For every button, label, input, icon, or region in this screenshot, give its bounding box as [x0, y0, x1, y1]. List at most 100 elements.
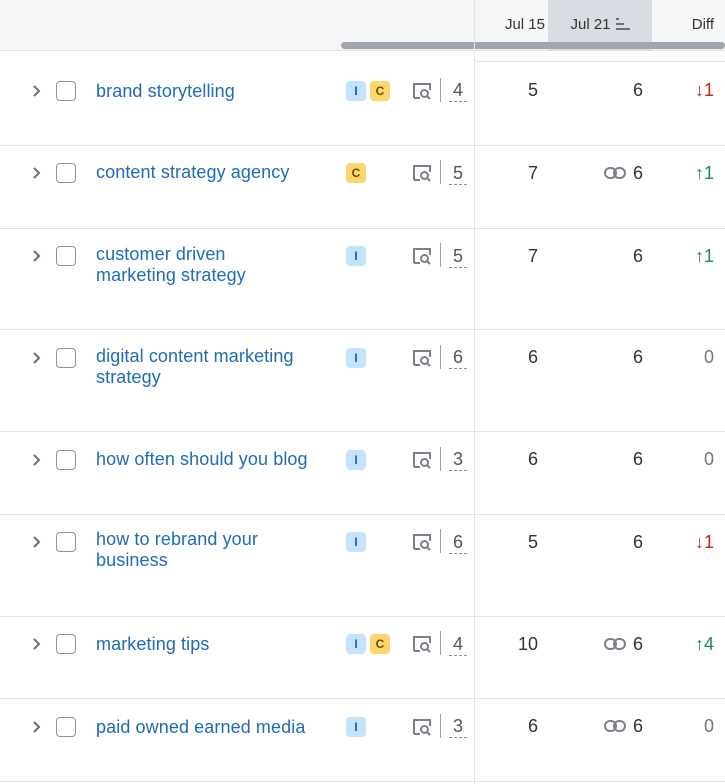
- position-jul15: 5: [527, 532, 538, 552]
- keyword-link[interactable]: digital content marketing strategy: [96, 346, 324, 388]
- keyword-link[interactable]: content strategy agency: [96, 162, 324, 183]
- table-row: marketing tips IC 4 10 6 ↑4: [0, 617, 725, 699]
- table-row: content strategy agency C 5 7 6 ↑1: [0, 146, 725, 229]
- table-row: how to rebrand your business I 6 5 6 ↓1: [0, 515, 725, 617]
- position-diff: 0: [703, 716, 714, 736]
- intent-badges: I: [346, 532, 370, 552]
- separator: [440, 160, 441, 184]
- position-jul15: 6: [527, 716, 538, 736]
- intent-badge: I: [346, 81, 366, 101]
- chevron-right-icon[interactable]: [29, 637, 43, 651]
- results-count[interactable]: 3: [449, 449, 467, 471]
- chevron-right-icon[interactable]: [29, 535, 43, 549]
- serp-features-icon[interactable]: [412, 718, 432, 736]
- position-diff: ↑4: [694, 634, 714, 654]
- separator: [440, 631, 441, 655]
- intent-badge: I: [346, 532, 366, 552]
- position-diff: 0: [703, 347, 714, 367]
- intent-badge: C: [370, 81, 390, 101]
- separator: [440, 78, 441, 102]
- results-count[interactable]: 5: [449, 163, 467, 185]
- chevron-right-icon[interactable]: [29, 351, 43, 365]
- serp-features-icon[interactable]: [412, 349, 432, 367]
- table-row: brand storytelling IC 4 5 6 ↓1: [0, 63, 725, 146]
- horizontal-scrollbar[interactable]: [341, 42, 725, 49]
- intent-badge: I: [346, 348, 366, 368]
- intent-badges: I: [346, 348, 370, 368]
- results-count[interactable]: 3: [449, 716, 467, 738]
- intent-badges: I: [346, 717, 370, 737]
- intent-badge: C: [346, 163, 366, 183]
- separator: [440, 345, 441, 369]
- serp-features-icon[interactable]: [412, 451, 432, 469]
- results-count[interactable]: 4: [449, 80, 467, 102]
- intent-badges: IC: [346, 634, 394, 654]
- row-checkbox[interactable]: [56, 717, 76, 737]
- keyword-link[interactable]: paid owned earned media: [96, 717, 324, 738]
- results-count[interactable]: 5: [449, 246, 467, 268]
- chevron-right-icon[interactable]: [29, 249, 43, 263]
- position-diff: ↑1: [694, 163, 714, 183]
- intent-badge: I: [346, 634, 366, 654]
- intent-badge: I: [346, 450, 366, 470]
- row-checkbox[interactable]: [56, 348, 76, 368]
- row-checkbox[interactable]: [56, 246, 76, 266]
- position-jul21: 6: [632, 347, 643, 367]
- position-jul15: 10: [517, 634, 538, 654]
- sort-descending-icon: [615, 17, 630, 30]
- serp-features-icon[interactable]: [412, 82, 432, 100]
- table-row: how often should you blog I 3 6 6 0: [0, 432, 725, 515]
- position-diff: ↑1: [694, 246, 714, 266]
- keyword-link[interactable]: marketing tips: [96, 634, 324, 655]
- intent-badge: I: [346, 246, 366, 266]
- row-checkbox[interactable]: [56, 81, 76, 101]
- row-checkbox[interactable]: [56, 532, 76, 552]
- table-row: customer driven marketing strategy I 5 7…: [0, 229, 725, 330]
- position-jul21: 6: [632, 80, 643, 100]
- results-count[interactable]: 6: [449, 532, 467, 554]
- row-checkbox[interactable]: [56, 450, 76, 470]
- position-diff: ↓1: [694, 532, 714, 552]
- position-jul21: 6: [632, 532, 643, 552]
- intent-badge: I: [346, 717, 366, 737]
- separator: [440, 529, 441, 553]
- keyword-link[interactable]: customer driven marketing strategy: [96, 244, 324, 286]
- serp-features-icon[interactable]: [412, 164, 432, 182]
- position-diff: 0: [703, 449, 714, 469]
- chevron-right-icon[interactable]: [29, 84, 43, 98]
- separator: [440, 243, 441, 267]
- position-jul15: 5: [527, 80, 538, 100]
- position-diff: ↓1: [694, 80, 714, 100]
- serp-features-icon[interactable]: [412, 247, 432, 265]
- intent-badges: IC: [346, 81, 394, 101]
- serp-features-icon[interactable]: [412, 533, 432, 551]
- chevron-right-icon[interactable]: [29, 166, 43, 180]
- chevron-right-icon[interactable]: [29, 720, 43, 734]
- horizontal-scroll-track: [336, 51, 725, 63]
- position-jul21: 6: [632, 634, 643, 654]
- chevron-right-icon[interactable]: [29, 453, 43, 467]
- keyword-link[interactable]: brand storytelling: [96, 81, 324, 102]
- keyword-link[interactable]: how often should you blog: [96, 449, 324, 470]
- row-checkbox[interactable]: [56, 163, 76, 183]
- separator: [440, 714, 441, 738]
- intent-badges: I: [346, 450, 370, 470]
- position-jul15: 7: [527, 163, 538, 183]
- intent-badges: I: [346, 246, 370, 266]
- separator: [440, 447, 441, 471]
- intent-badges: C: [346, 163, 370, 183]
- position-jul21: 6: [632, 246, 643, 266]
- position-jul15: 6: [527, 347, 538, 367]
- row-checkbox[interactable]: [56, 634, 76, 654]
- results-count[interactable]: 4: [449, 634, 467, 656]
- position-jul15: 7: [527, 246, 538, 266]
- intent-badge: C: [370, 634, 390, 654]
- serp-features-icon[interactable]: [412, 635, 432, 653]
- position-jul15: 6: [527, 449, 538, 469]
- position-jul21: 6: [632, 163, 643, 183]
- results-count[interactable]: 6: [449, 347, 467, 369]
- table-row: digital content marketing strategy I 6 6…: [0, 330, 725, 432]
- position-jul21: 6: [632, 716, 643, 736]
- table-row: paid owned earned media I 3 6 6 0: [0, 699, 725, 782]
- keyword-link[interactable]: how to rebrand your business: [96, 529, 324, 571]
